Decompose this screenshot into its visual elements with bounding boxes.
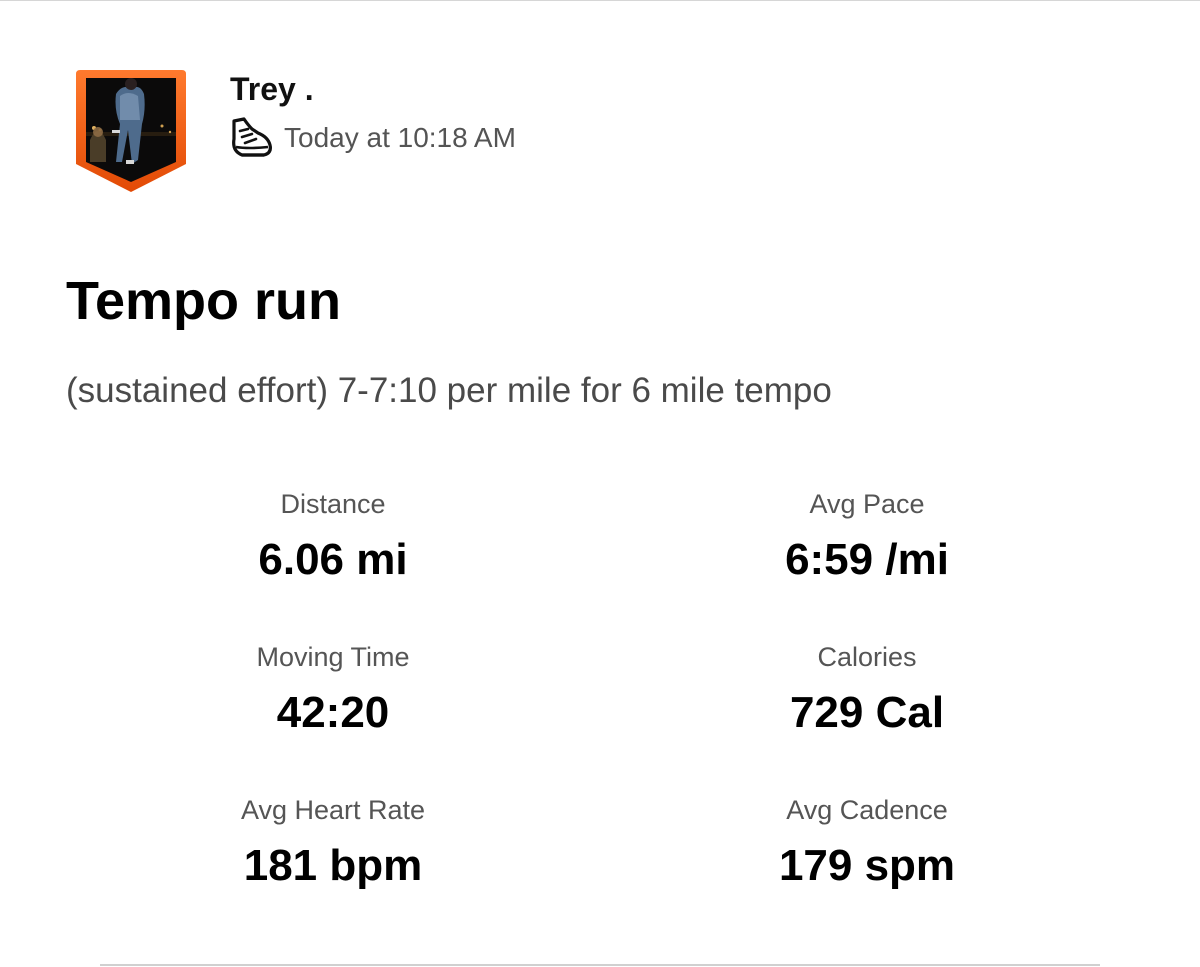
- activity-meta: Today at 10:18 AM: [228, 116, 516, 160]
- activity-header: Trey . Today at 10:18 AM: [76, 70, 776, 195]
- stat-label: Avg Cadence: [786, 795, 948, 825]
- running-shoe-icon: [228, 117, 274, 159]
- stat-distance: Distance 6.06 mi: [66, 484, 600, 637]
- stat-value: 6:59 /mi: [785, 535, 949, 584]
- activity-title[interactable]: Tempo run: [66, 268, 341, 334]
- stat-value: 181 bpm: [243, 841, 423, 890]
- athlete-name[interactable]: Trey .: [230, 70, 314, 108]
- activity-timestamp: Today at 10:18 AM: [284, 122, 516, 153]
- stats-grid: Distance 6.06 mi Avg Pace 6:59 /mi Movin…: [66, 484, 1134, 943]
- stat-value: 729 Cal: [789, 688, 945, 737]
- stat-moving-time: Moving Time 42:20: [66, 637, 600, 790]
- stat-avg-cadence: Avg Cadence 179 spm: [600, 790, 1134, 943]
- bottom-divider: [100, 964, 1100, 966]
- avatar-badge-icon: [76, 70, 186, 192]
- stat-label: Moving Time: [256, 642, 410, 672]
- stat-avg-heart-rate: Avg Heart Rate 181 bpm: [66, 790, 600, 943]
- stat-value: 42:20: [276, 688, 390, 737]
- stat-label: Distance: [280, 489, 386, 519]
- stat-value: 6.06 mi: [258, 535, 408, 584]
- stat-label: Calories: [817, 642, 917, 672]
- stat-value: 179 spm: [778, 841, 956, 890]
- top-divider: [0, 0, 1200, 1]
- stat-label: Avg Heart Rate: [240, 795, 426, 825]
- stat-calories: Calories 729 Cal: [600, 637, 1134, 790]
- activity-description: (sustained effort) 7-7:10 per mile for 6…: [66, 371, 832, 410]
- stat-avg-pace: Avg Pace 6:59 /mi: [600, 484, 1134, 637]
- stat-label: Avg Pace: [809, 489, 925, 519]
- avatar[interactable]: [76, 70, 186, 192]
